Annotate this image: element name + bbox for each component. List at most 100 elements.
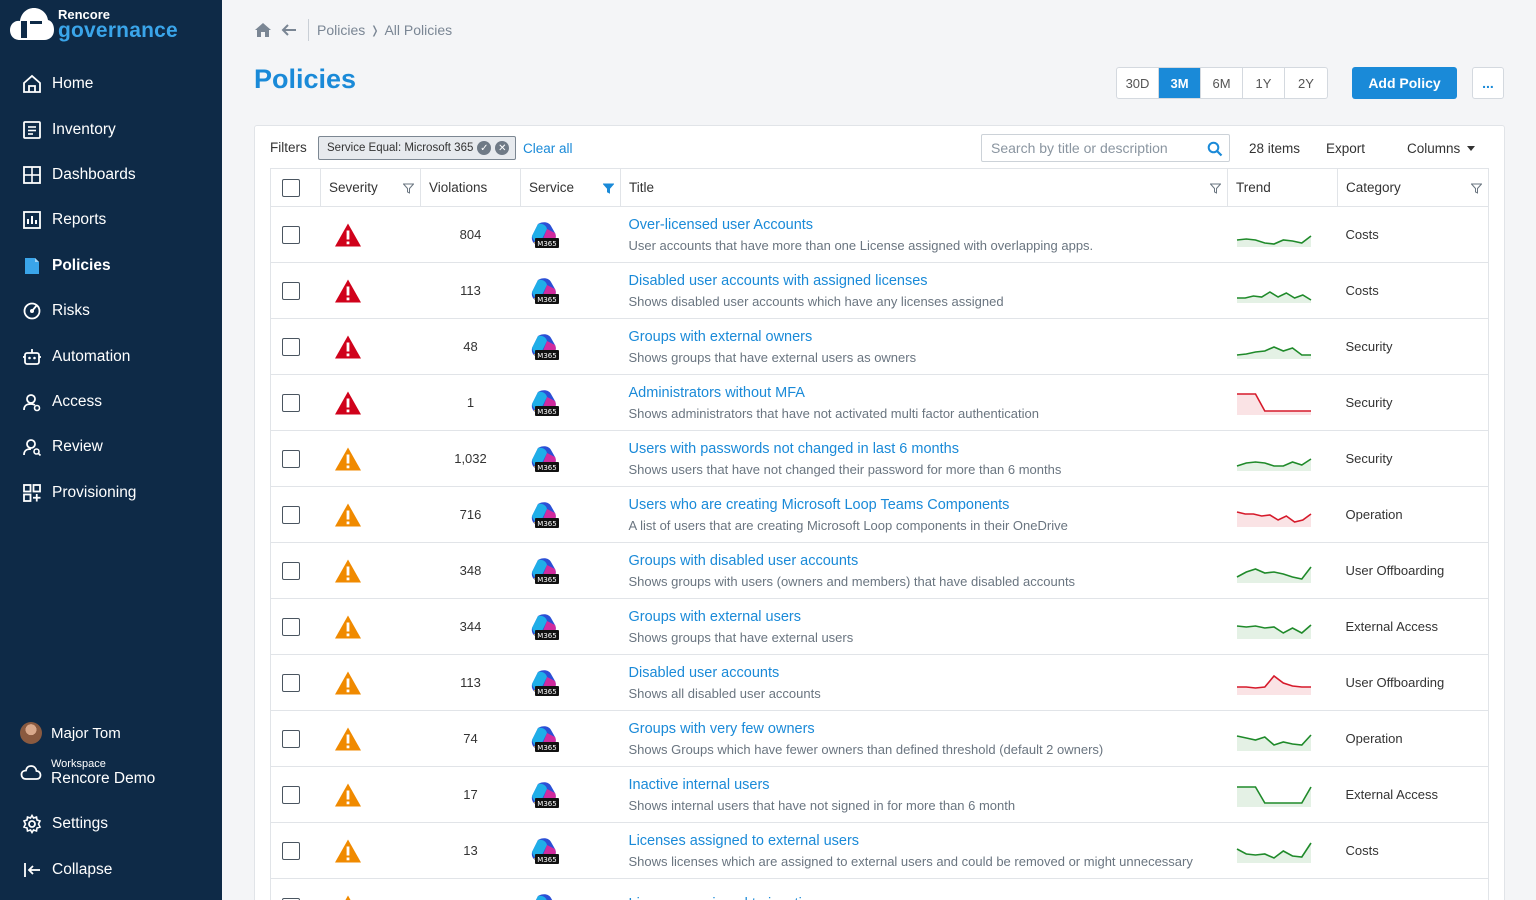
range-6m-button[interactable]: 6M <box>1201 68 1243 98</box>
sidebar-item-automation[interactable]: Automation <box>22 342 130 372</box>
microsoft-365-icon: M365 <box>531 669 559 696</box>
table-row[interactable]: 13 M365 Licenses assigned to external user… <box>270 822 1489 879</box>
table-row[interactable]: 113 M365 Disabled user accounts Shows all d… <box>270 654 1489 711</box>
table-row[interactable]: 348 M365 Groups with disabled user account… <box>270 542 1489 599</box>
range-3m-button[interactable]: 3M <box>1159 68 1201 98</box>
cloud-logo-icon <box>10 8 54 40</box>
title-cell: Groups with very few owners Shows Groups … <box>620 710 1228 767</box>
filter-chip[interactable]: Service Equal: Microsoft 365 ✓ ✕ <box>318 136 517 160</box>
policy-title-link[interactable]: Groups with very few owners <box>629 721 1220 737</box>
range-1y-button[interactable]: 1Y <box>1243 68 1285 98</box>
user-profile[interactable]: Major Tom <box>20 722 121 744</box>
service-cell: M365 <box>520 710 621 767</box>
category-cell <box>1337 878 1489 900</box>
export-button[interactable]: Export <box>1326 141 1365 156</box>
policy-title-link[interactable]: Licenses assigned to external users <box>629 833 1220 849</box>
trend-sparkline <box>1236 510 1311 527</box>
table-row[interactable]: 716 M365 Users who are creating Microsoft … <box>270 486 1489 543</box>
row-checkbox[interactable] <box>282 337 300 356</box>
sidebar-item-label: Reports <box>52 211 107 228</box>
policy-title-link[interactable]: Inactive internal users <box>629 777 1220 793</box>
sidebar-item-reports[interactable]: Reports <box>22 205 106 235</box>
check-icon[interactable]: ✓ <box>477 141 492 155</box>
breadcrumb-policies[interactable]: Policies <box>317 22 365 38</box>
trend-area <box>1236 842 1311 863</box>
sidebar-item-access[interactable]: Access <box>22 387 102 417</box>
header-violations[interactable]: Violations <box>420 168 521 207</box>
header-trend[interactable]: Trend <box>1227 168 1338 207</box>
row-checkbox[interactable] <box>282 673 300 692</box>
range-2y-button[interactable]: 2Y <box>1285 68 1327 98</box>
severity-medium-warning-icon <box>334 671 361 694</box>
back-arrow-icon[interactable] <box>280 21 298 39</box>
sidebar-item-dashboards[interactable]: Dashboards <box>22 160 136 190</box>
sidebar-collapse-button[interactable]: Collapse <box>22 855 112 885</box>
row-checkbox[interactable] <box>282 785 300 804</box>
sidebar-item-risks[interactable]: Risks <box>22 296 90 326</box>
policy-title-link[interactable]: Groups with external users <box>629 609 1220 625</box>
table-row[interactable]: 1,032 M365 Users with passwords not change… <box>270 430 1489 487</box>
rencore-logo[interactable]: Rencore governance <box>10 6 178 42</box>
trend-cell <box>1227 486 1338 543</box>
sidebar-item-settings[interactable]: Settings <box>22 809 108 839</box>
table-row[interactable]: 74 M365 Groups with very few owners Shows G… <box>270 710 1489 767</box>
row-select-cell <box>270 598 321 655</box>
header-service[interactable]: Service <box>520 168 621 207</box>
filter-funnel-icon[interactable] <box>1210 183 1221 194</box>
more-options-button[interactable]: ... <box>1472 67 1504 99</box>
severity-medium-warning-icon <box>334 559 361 582</box>
policy-title-link[interactable]: Users who are creating Microsoft Loop Te… <box>629 497 1220 513</box>
header-severity[interactable]: Severity <box>320 168 421 207</box>
row-checkbox[interactable] <box>282 393 300 412</box>
row-checkbox[interactable] <box>282 505 300 524</box>
add-policy-button[interactable]: Add Policy <box>1352 67 1457 99</box>
row-checkbox[interactable] <box>282 617 300 636</box>
table-row[interactable]: 344 M365 Groups with external users Shows g… <box>270 598 1489 655</box>
policy-title-link[interactable]: Administrators without MFA <box>629 385 1220 401</box>
search-icon[interactable] <box>1207 141 1223 157</box>
workspace-switcher[interactable]: Workspace Rencore Demo <box>20 758 155 788</box>
table-row[interactable]: 1 M365 Administrators without MFA Shows adm… <box>270 374 1489 431</box>
home-icon[interactable] <box>254 21 272 39</box>
range-30d-button[interactable]: 30D <box>1117 68 1159 98</box>
columns-dropdown[interactable]: Columns <box>1407 141 1476 156</box>
close-icon[interactable]: ✕ <box>495 141 510 155</box>
filter-funnel-icon[interactable] <box>603 183 614 194</box>
header-label: Service <box>529 180 575 195</box>
policy-title-link[interactable]: Over-licensed user Accounts <box>629 217 1220 233</box>
table-row[interactable]: 804 M365 Over-licensed user Accounts User a… <box>270 206 1489 263</box>
sidebar-item-provisioning[interactable]: Provisioning <box>22 478 136 508</box>
header-select <box>270 168 321 207</box>
filter-funnel-icon[interactable] <box>1471 183 1482 194</box>
table-row[interactable]: 17 M365 Inactive internal users Shows inter… <box>270 766 1489 823</box>
row-checkbox[interactable] <box>282 841 300 860</box>
policy-title-link[interactable]: Disabled user accounts <box>629 665 1220 681</box>
sidebar-item-home[interactable]: Home <box>22 69 93 99</box>
row-checkbox[interactable] <box>282 449 300 468</box>
category-cell: External Access <box>1337 766 1489 823</box>
clear-all-link[interactable]: Clear all <box>523 141 573 156</box>
row-checkbox[interactable] <box>282 281 300 300</box>
sidebar-item-policies[interactable]: Policies <box>22 251 111 281</box>
row-select-cell <box>270 374 321 431</box>
row-checkbox[interactable] <box>282 561 300 580</box>
table-row[interactable]: 10 M365 Licenses assigned to inactive user… <box>270 878 1489 900</box>
policy-title-link[interactable]: Disabled user accounts with assigned lic… <box>629 273 1220 289</box>
sidebar-item-review[interactable]: Review <box>22 432 103 462</box>
header-title[interactable]: Title <box>620 168 1228 207</box>
policy-title-link[interactable]: Users with passwords not changed in last… <box>629 441 1220 457</box>
trend-area <box>1236 235 1311 247</box>
sidebar-item-inventory[interactable]: Inventory <box>22 115 116 145</box>
search-input[interactable] <box>991 140 1201 156</box>
filter-funnel-icon[interactable] <box>403 183 414 194</box>
policy-title-link[interactable]: Groups with external owners <box>629 329 1220 345</box>
table-row[interactable]: 113 M365 Disabled user accounts with assig… <box>270 262 1489 319</box>
row-checkbox[interactable] <box>282 225 300 244</box>
row-checkbox[interactable] <box>282 729 300 748</box>
select-all-checkbox[interactable] <box>282 178 300 197</box>
policy-title-link[interactable]: Groups with disabled user accounts <box>629 553 1220 569</box>
policy-title-link[interactable]: Licenses assigned to inactive users <box>629 896 1220 900</box>
category-cell: Costs <box>1337 206 1489 263</box>
header-category[interactable]: Category <box>1337 168 1489 207</box>
table-row[interactable]: 48 M365 Groups with external owners Shows g… <box>270 318 1489 375</box>
